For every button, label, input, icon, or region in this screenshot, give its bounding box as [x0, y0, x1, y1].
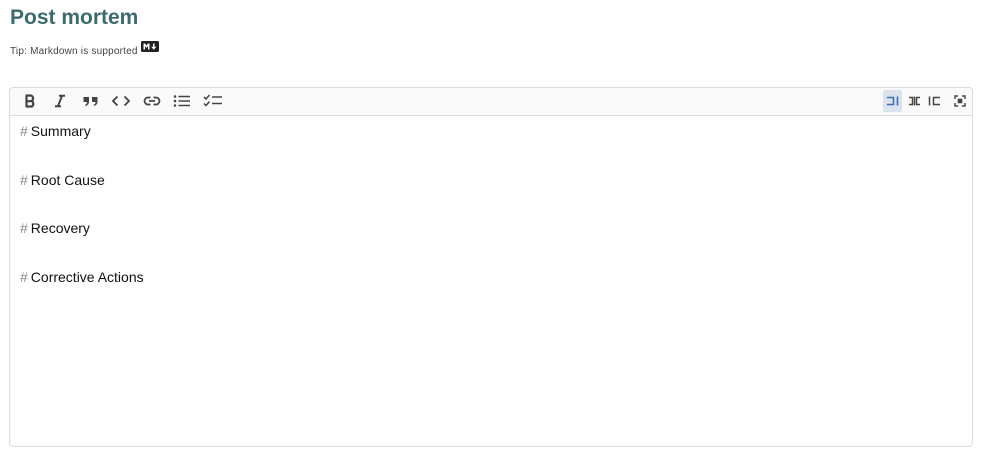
quote-button[interactable]: [79, 90, 103, 112]
tip-text: Tip: Markdown is supported: [10, 46, 138, 57]
bullet-list-icon: [173, 95, 190, 107]
link-button[interactable]: [140, 90, 164, 112]
bold-icon: [25, 94, 35, 108]
code-button[interactable]: [109, 90, 133, 112]
editor-line: # Recovery: [20, 220, 962, 244]
fullscreen-button[interactable]: [950, 90, 969, 112]
heading-text: Recovery: [30, 220, 90, 237]
link-icon: [143, 96, 161, 106]
heading-marker: #: [20, 268, 28, 285]
italic-button[interactable]: [48, 90, 72, 112]
heading-marker: #: [20, 123, 28, 139]
edit-only-button[interactable]: [883, 90, 902, 112]
markdown-editor: # Summary # Root Cause # Recovery # Correcti…: [9, 87, 973, 447]
task-list-icon: [203, 94, 222, 107]
editor-line: # Root Cause: [20, 172, 962, 196]
bullet-list-button[interactable]: [170, 90, 194, 112]
bold-button[interactable]: [18, 90, 42, 112]
markdown-tip: Tip: Markdown is supported: [10, 41, 159, 63]
task-list-button[interactable]: [201, 90, 225, 112]
italic-icon: [55, 94, 65, 108]
editor-line: # Summary: [20, 123, 962, 147]
heading-marker: #: [20, 171, 28, 188]
editor-line: # Corrective Actions: [20, 269, 962, 293]
markdown-icon: [140, 41, 159, 52]
heading-text: Summary: [30, 123, 91, 139]
preview-only-button[interactable]: [925, 90, 944, 112]
page-title: Post mortem: [10, 6, 139, 29]
heading-marker: #: [20, 220, 28, 237]
heading-text: Root Cause: [30, 171, 105, 188]
fullscreen-icon: [953, 95, 966, 107]
code-icon: [111, 95, 131, 107]
preview-only-icon: [928, 96, 940, 106]
split-view-button[interactable]: [905, 90, 924, 112]
page: Post mortem Tip: Markdown is supported #…: [0, 0, 981, 464]
edit-only-icon: [887, 96, 899, 106]
quote-icon: [83, 97, 98, 106]
editor-toolbar: [10, 88, 972, 116]
heading-text: Corrective Actions: [30, 268, 144, 285]
split-view-icon: [909, 96, 920, 106]
editor-content[interactable]: # Summary # Root Cause # Recovery # Correcti…: [10, 116, 972, 446]
